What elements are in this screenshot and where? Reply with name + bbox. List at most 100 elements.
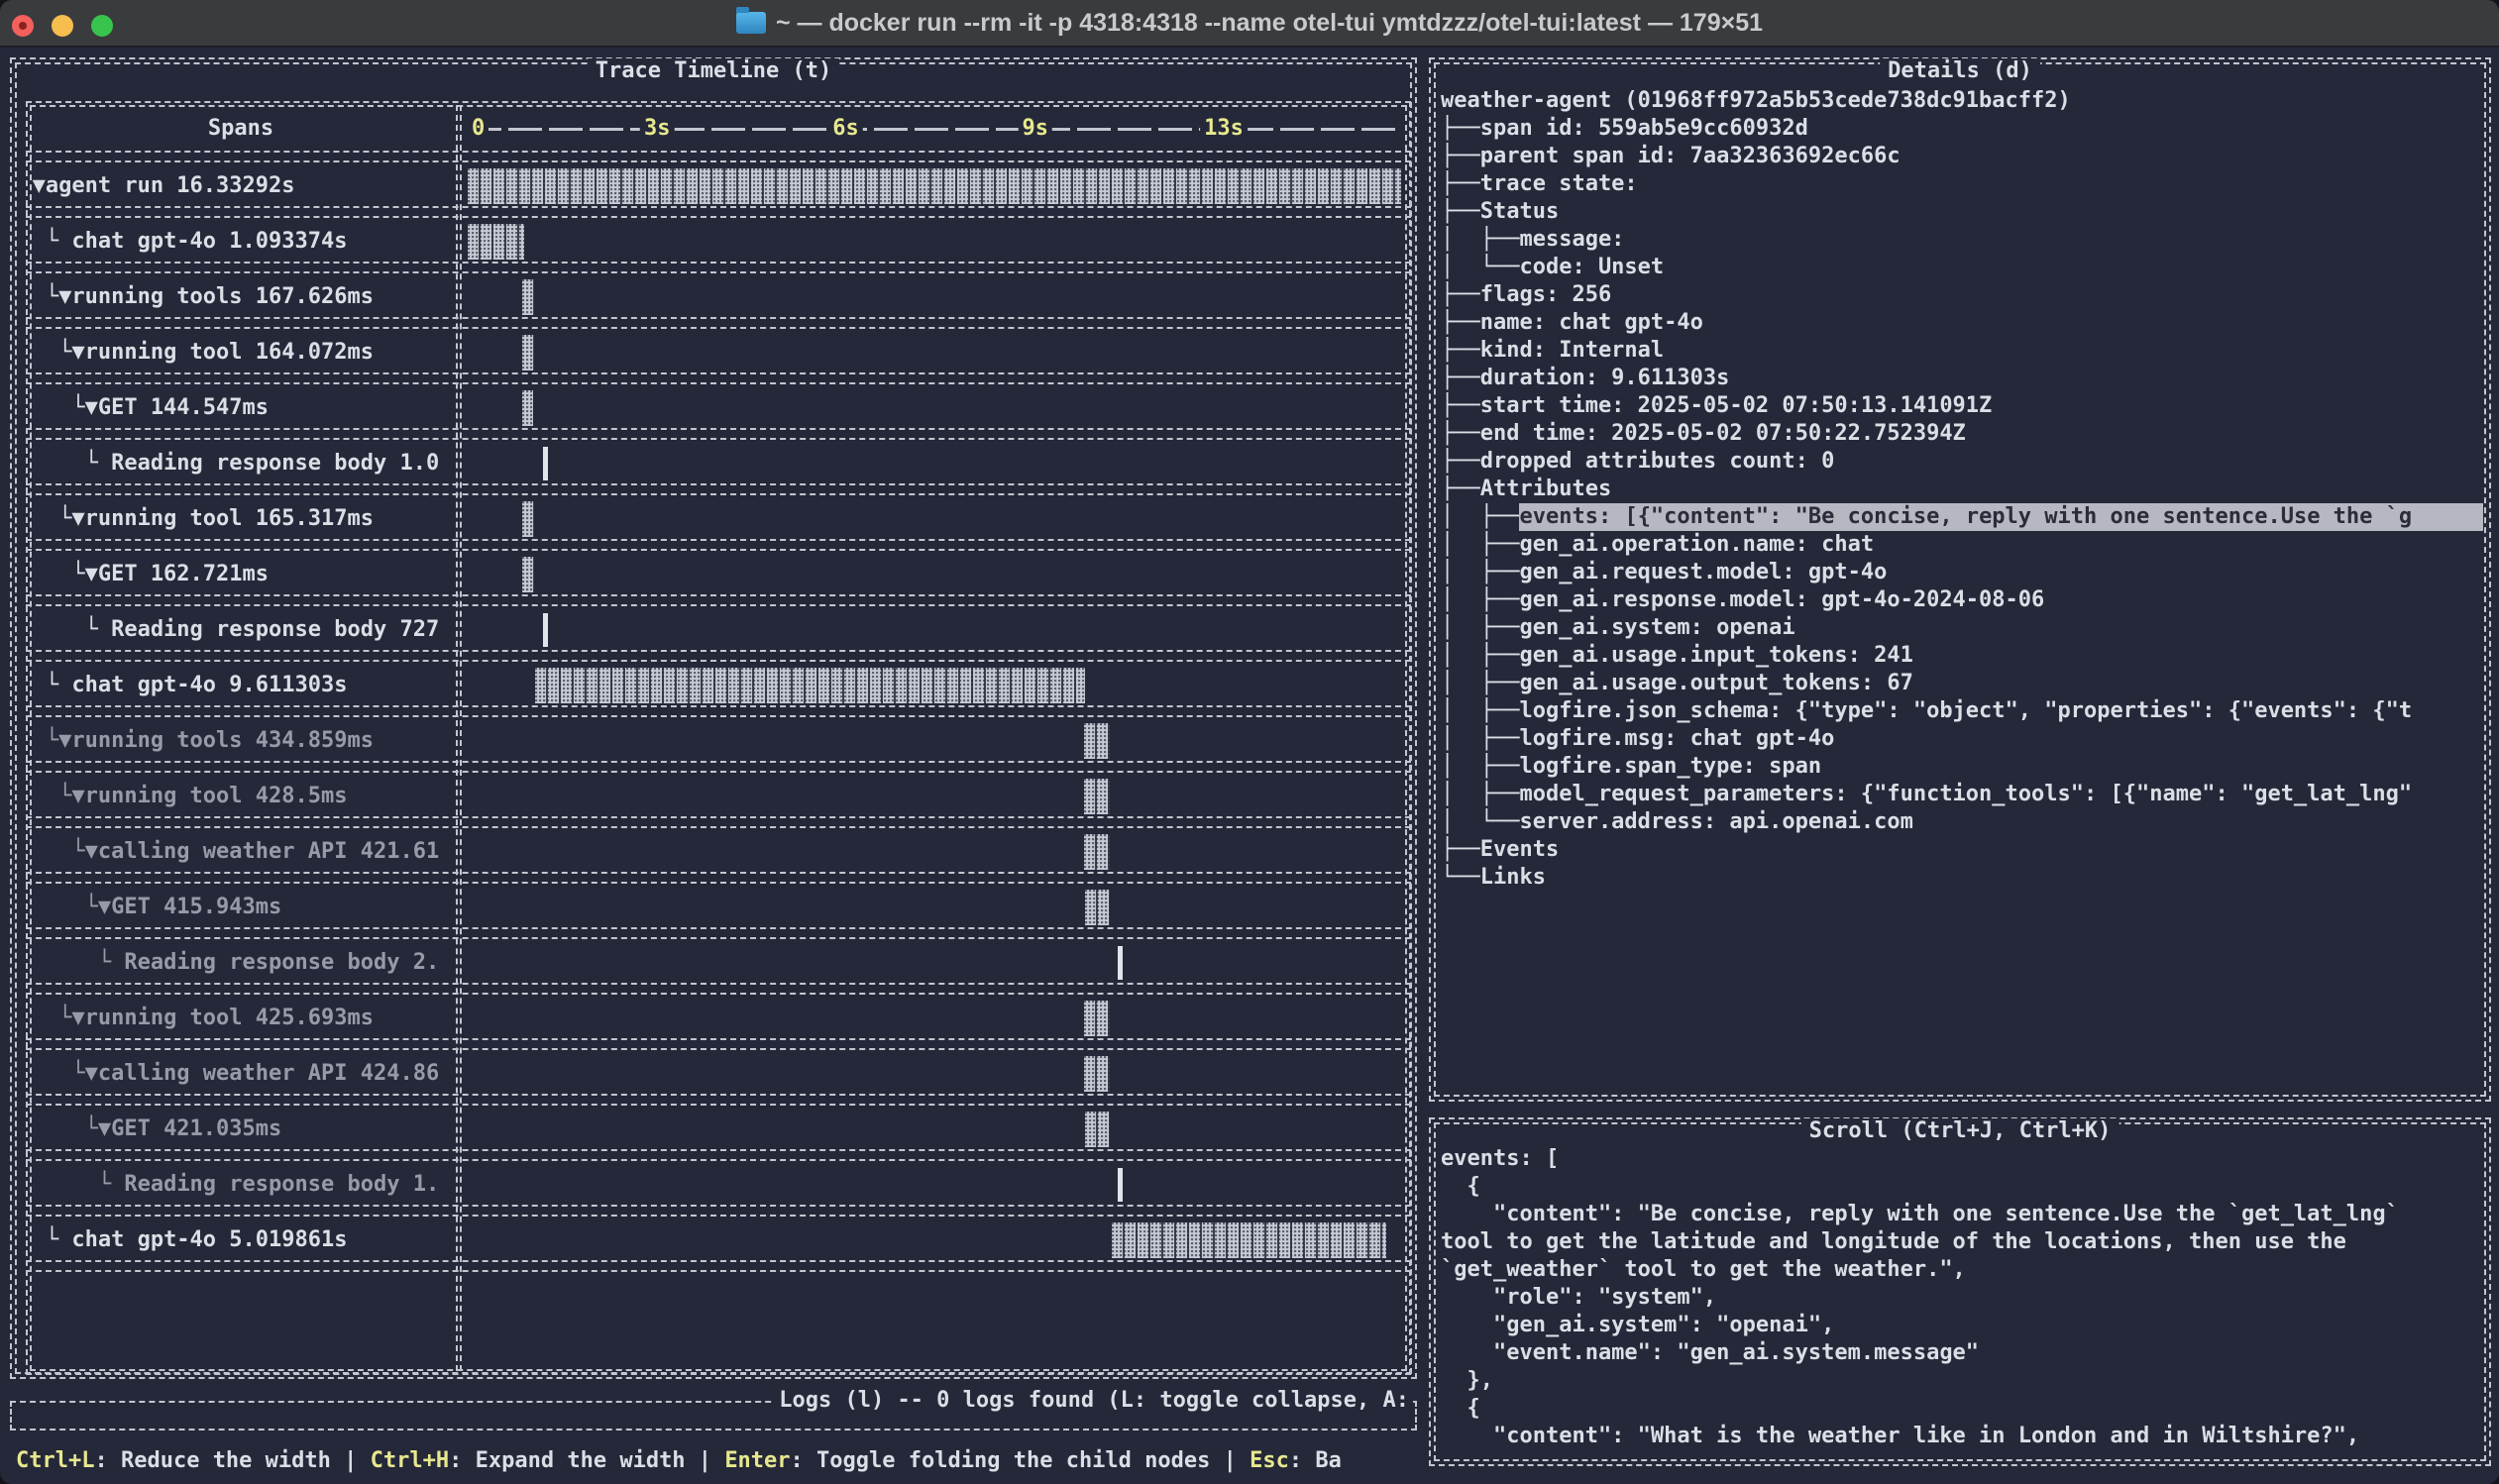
span-bar-cell [468,995,1401,1042]
zoom-button[interactable] [91,15,113,37]
tree-branch-glyph: │ ├── [1441,504,1519,529]
scroll-json-line: "content": "What is the weather like in … [1441,1423,2483,1450]
details-tree-line[interactable]: ├──kind: Internal [1441,337,2483,365]
scroll-content[interactable]: events: [ { "content": "Be concise, repl… [1441,1145,2483,1450]
details-tree-line[interactable]: weather-agent (01968ff972a5b53cede738dc9… [1441,87,2483,115]
details-tree-line[interactable]: │ ├──gen_ai.usage.output_tokens: 67 [1441,670,2483,697]
status-key: Esc [1250,1448,1289,1473]
span-name: └▼GET 415.943ms [26,884,454,931]
selected-attribute-value[interactable]: events: [{"content": "Be concise, reply … [1519,503,2483,531]
span-row[interactable]: └▼running tool 425.693ms [26,995,1411,1050]
span-rows: ▼agent run 16.33292s └ chat gpt-4o 1.0933… [26,162,1411,1272]
span-name: └▼running tool 164.072ms [26,329,454,376]
details-tree-line[interactable]: │ └──code: Unset [1441,254,2483,281]
span-row[interactable]: └ Reading response body 2. [26,939,1411,995]
span-duration-bar [522,279,534,315]
span-name: ▼agent run 16.33292s [26,162,454,210]
span-name: └▼calling weather API 424.86 [26,1050,454,1098]
span-row[interactable]: └ chat gpt-4o 9.611303s [26,662,1411,717]
details-tree-line[interactable]: │ ├──message: [1441,226,2483,254]
details-tree-line[interactable]: │ ├──gen_ai.request.model: gpt-4o [1441,559,2483,586]
details-tree-line[interactable]: ├──Status [1441,198,2483,226]
details-tree-line[interactable]: └──Links [1441,864,2483,892]
details-tree-line[interactable]: │ ├──gen_ai.system: openai [1441,614,2483,642]
span-row[interactable]: └▼calling weather API 421.61 [26,828,1411,884]
time-axis: 03s6s9s13s [468,101,1401,157]
status-key: Enter [724,1448,790,1473]
span-duration-bar [1084,779,1110,814]
span-row[interactable]: └▼running tool 165.317ms [26,495,1411,551]
details-tree-line[interactable]: ├──start time: 2025-05-02 07:50:13.14109… [1441,392,2483,420]
details-tree-line[interactable]: ├──span id: 559ab5e9cc60932d [1441,115,2483,143]
span-duration-bar [468,224,524,260]
details-tree-line[interactable]: ├──dropped attributes count: 0 [1441,448,2483,476]
details-tree-line[interactable]: │ ├──gen_ai.response.model: gpt-4o-2024-… [1441,586,2483,614]
details-tree-line[interactable]: │ ├──model_request_parameters: {"functio… [1441,781,2483,808]
span-duration-bar [522,390,533,426]
details-tree-line[interactable]: ├──Events [1441,836,2483,864]
scroll-json-line: "content": "Be concise, reply with one s… [1441,1201,2483,1228]
span-row[interactable]: ▼agent run 16.33292s [26,162,1411,218]
details-tree-line[interactable]: │ ├──gen_ai.operation.name: chat [1441,531,2483,559]
close-button[interactable] [12,15,34,37]
logs-panel[interactable]: Logs (l) -- 0 logs found (L: toggle coll… [10,1401,1417,1431]
span-row[interactable]: └▼GET 415.943ms [26,884,1411,939]
span-duration-bar [1084,723,1110,759]
minimize-button[interactable] [52,15,73,37]
titlebar: ~ — docker run --rm -it -p 4318:4318 --n… [0,0,2499,48]
span-row[interactable]: └▼running tools 434.859ms [26,717,1411,773]
time-tick-label: 6s [828,115,863,143]
span-row[interactable]: └▼GET 162.721ms [26,551,1411,606]
span-row[interactable]: └ Reading response body 1. [26,1161,1411,1217]
details-tree-line[interactable]: ├──end time: 2025-05-02 07:50:22.752394Z [1441,420,2483,448]
span-name: └▼running tools 167.626ms [26,273,454,321]
span-bar-cell [468,828,1401,876]
span-bar-cell [468,1050,1401,1098]
span-row[interactable]: └▼running tool 428.5ms [26,773,1411,828]
spans-column-header: Spans [26,101,456,157]
span-bar-cell [468,606,1401,654]
details-tree: weather-agent (01968ff972a5b53cede738dc9… [1441,87,2483,892]
details-tree-line[interactable]: │ ├──events: [{"content": "Be concise, r… [1441,503,2483,531]
span-bar-cell [468,162,1401,210]
details-tree-line[interactable]: ├──Attributes [1441,476,2483,503]
span-duration-bar [1118,1168,1123,1202]
span-name: └▼running tool 428.5ms [26,773,454,820]
span-name: └▼GET 162.721ms [26,551,454,598]
span-row[interactable]: └▼GET 421.035ms [26,1106,1411,1161]
details-tree-line[interactable]: ├──flags: 256 [1441,281,2483,309]
details-tree-line[interactable]: ├──parent span id: 7aa32363692ec66c [1441,143,2483,170]
details-tree-line[interactable]: │ ├──logfire.msg: chat gpt-4o [1441,725,2483,753]
span-duration-bar [535,668,1085,703]
span-name: └ Reading response body 727 [26,606,454,654]
span-name: └▼GET 144.547ms [26,384,454,432]
details-tree-line[interactable]: │ ├──logfire.span_type: span [1441,753,2483,781]
details-tree-line[interactable]: │ ├──logfire.json_schema: {"type": "obje… [1441,697,2483,725]
span-row[interactable]: └ Reading response body 727 [26,606,1411,662]
span-row[interactable]: └ Reading response body 1.0 [26,440,1411,495]
time-tick-label: 13s [1200,115,1248,143]
span-duration-bar [1112,1222,1386,1258]
scroll-json-line: "gen_ai.system": "openai", [1441,1312,2483,1339]
details-tree-line[interactable]: ├──trace state: [1441,170,2483,198]
time-axis-line [468,128,1401,131]
span-row[interactable]: └▼calling weather API 424.86 [26,1050,1411,1106]
span-row[interactable]: └ chat gpt-4o 1.093374s [26,218,1411,273]
details-tree-line[interactable]: │ ├──gen_ai.usage.input_tokens: 241 [1441,642,2483,670]
span-name: └ Reading response body 1.0 [26,440,454,487]
span-row[interactable]: └▼running tools 167.626ms [26,273,1411,329]
span-row[interactable]: └ chat gpt-4o 5.019861s [26,1217,1411,1272]
window-title-text: ~ — docker run --rm -it -p 4318:4318 --n… [776,9,1763,38]
details-tree-line[interactable]: │ └──server.address: api.openai.com [1441,808,2483,836]
details-tree-line[interactable]: ├──name: chat gpt-4o [1441,309,2483,337]
details-tree-line[interactable]: ├──duration: 9.611303s [1441,365,2483,392]
scroll-json-line: { [1441,1395,2483,1423]
span-name: └▼calling weather API 421.61 [26,828,454,876]
span-row[interactable]: └▼GET 144.547ms [26,384,1411,440]
span-bar-cell [468,1217,1401,1264]
scroll-json-line: "event.name": "gen_ai.system.message" [1441,1339,2483,1367]
span-bar-cell [468,384,1401,432]
scroll-panel[interactable]: Scroll (Ctrl+J, Ctrl+K) events: [ { "con… [1429,1117,2491,1466]
scroll-json-line: `get_weather` tool to get the weather.", [1441,1256,2483,1284]
span-row[interactable]: └▼running tool 164.072ms [26,329,1411,384]
